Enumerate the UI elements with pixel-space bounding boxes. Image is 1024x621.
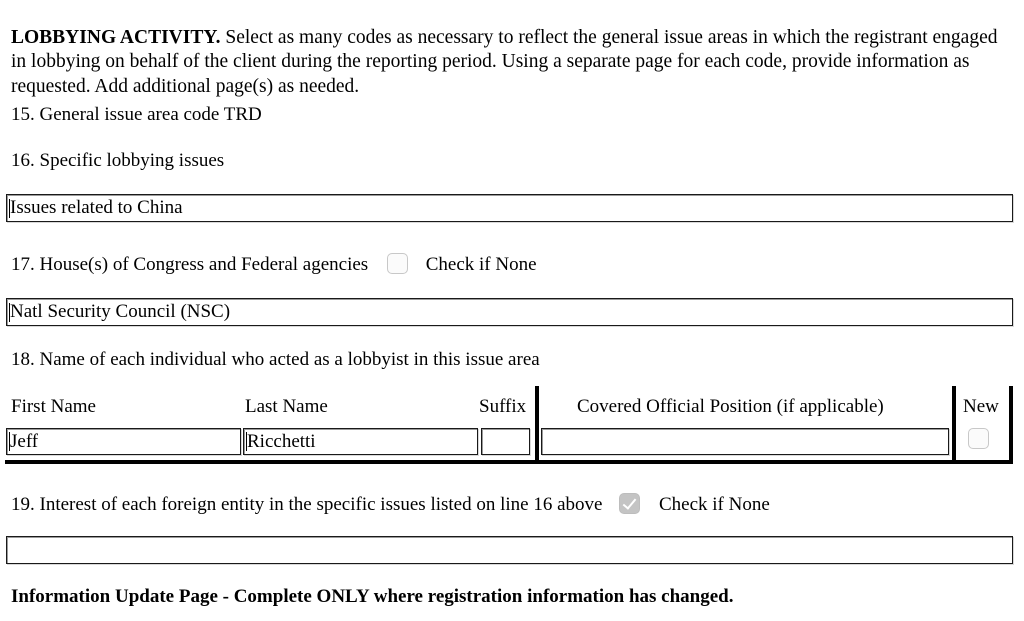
item-15-label: 15. General issue area code TRD: [11, 104, 262, 125]
row-first-name-input[interactable]: Jeff: [6, 428, 241, 455]
item-17-label: 17. House(s) of Congress and Federal age…: [11, 254, 369, 275]
item-19-label: 19. Interest of each foreign entity in t…: [11, 494, 603, 515]
lobbying-activity-intro: LOBBYING ACTIVITY. Select as many codes …: [11, 26, 1011, 100]
houses-of-congress-agencies-value: Natl Security Council (NSC): [10, 301, 231, 322]
column-header-first-name: First Name: [11, 396, 96, 417]
information-update-page-note: Information Update Page - Complete ONLY …: [11, 586, 734, 607]
specific-lobbying-issues-value: Issues related to China: [10, 197, 183, 218]
row-first-name-value: Jeff: [10, 430, 39, 452]
table-right-edge: [1009, 386, 1013, 464]
item-18-label: 18. Name of each individual who acted as…: [11, 349, 540, 370]
item-19-row: 19. Interest of each foreign entity in t…: [11, 493, 770, 516]
lobbyists-table: First Name Last Name Suffix Covered Offi…: [5, 386, 1013, 466]
item-19-check-if-none-label: Check if None: [658, 494, 770, 515]
houses-of-congress-agencies-input[interactable]: Natl Security Council (NSC): [6, 298, 1013, 326]
lobbying-activity-heading: LOBBYING ACTIVITY.: [11, 26, 221, 48]
row-covered-official-position-input[interactable]: [541, 428, 949, 455]
item-17-check-if-none-checkbox[interactable]: [386, 253, 408, 274]
foreign-entity-interest-input[interactable]: [6, 536, 1013, 564]
column-header-suffix: Suffix: [479, 396, 527, 417]
item-19-check-if-none-checkbox[interactable]: [619, 493, 641, 514]
column-header-covered-official-position: Covered Official Position (if applicable…: [577, 396, 884, 417]
row-last-name-value: Ricchetti: [247, 430, 316, 452]
lobbying-activity-form-page: LOBBYING ACTIVITY. Select as many codes …: [0, 0, 1024, 621]
table-bottom-rule: [5, 460, 1013, 464]
row-last-name-input[interactable]: Ricchetti: [243, 428, 478, 455]
table-divider-position-new: [952, 386, 956, 464]
specific-lobbying-issues-input[interactable]: Issues related to China: [6, 194, 1013, 222]
item-16-label: 16. Specific lobbying issues: [11, 150, 225, 171]
column-header-new: New: [963, 396, 999, 417]
item-17-check-if-none-label: Check if None: [425, 254, 537, 275]
item-17-row: 17. House(s) of Congress and Federal age…: [11, 253, 537, 276]
row-suffix-input[interactable]: [481, 428, 530, 455]
row-new-checkbox-cell: [968, 428, 989, 450]
table-divider-suffix-position: [535, 386, 539, 464]
row-new-checkbox[interactable]: [968, 428, 989, 449]
column-header-last-name: Last Name: [245, 396, 328, 417]
